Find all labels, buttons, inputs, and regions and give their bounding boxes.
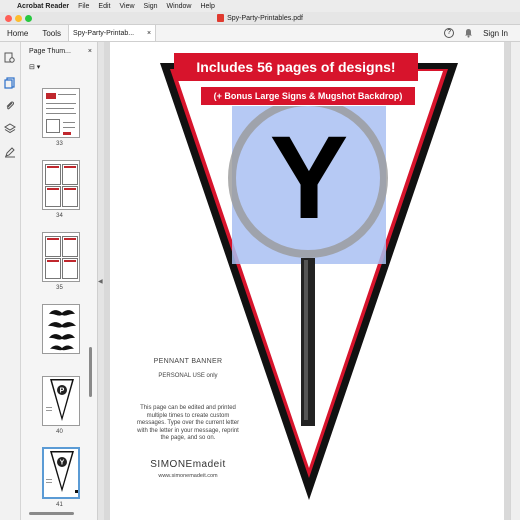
website-text: www.simonemadeit.com — [158, 473, 218, 479]
brand-logo: SIMONEmadeit — [150, 459, 226, 470]
instructions-text: This page can be edited and printed mult… — [136, 405, 240, 441]
pennant-title-text: PENNANT BANNER — [153, 358, 223, 365]
promo-banner: Includes 56 pages of designs! — [174, 53, 418, 81]
personal-use-text: PERSONAL USE only — [158, 373, 218, 379]
pennant-letter: Y — [270, 112, 349, 244]
promo-subbanner: (+ Bonus Large Signs & Mugshot Backdrop) — [200, 86, 416, 106]
